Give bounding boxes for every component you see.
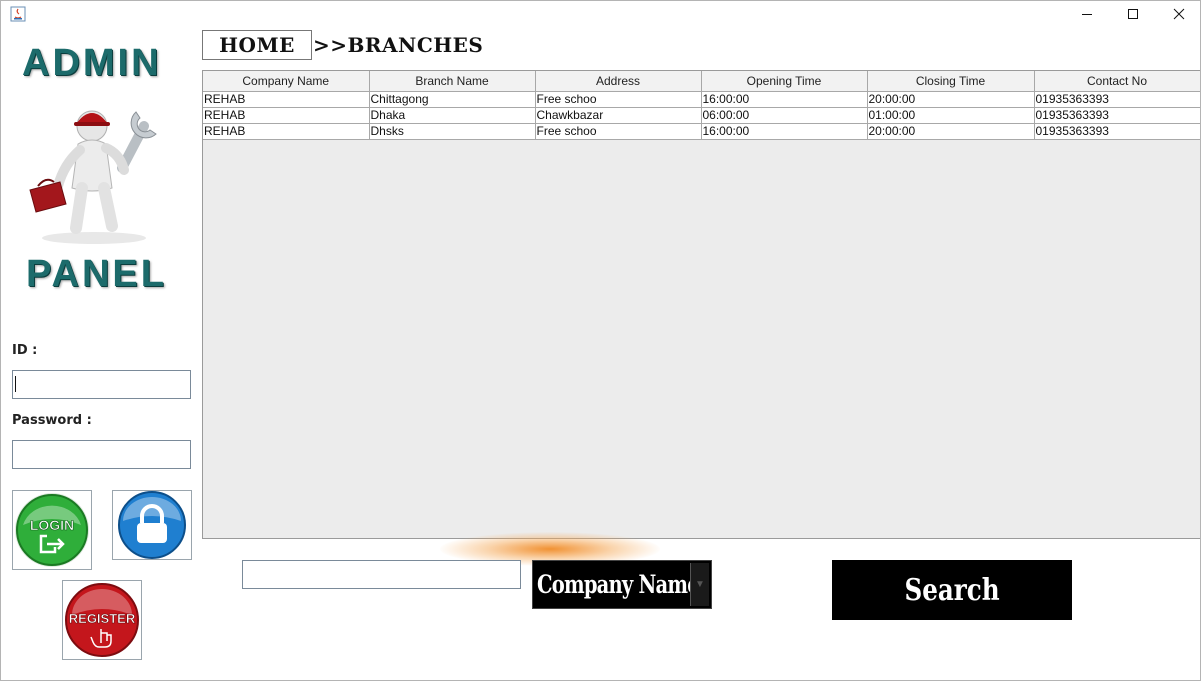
chevron-down-icon[interactable]: ▼ [690,563,709,606]
column-header-branch-name[interactable]: Branch Name [369,71,536,92]
table-cell[interactable]: Dhaka [369,107,536,124]
search-button[interactable]: Search [832,560,1072,620]
branches-table-panel: Company Name Branch Name Address Opening… [202,70,1201,539]
table-cell[interactable]: REHAB [203,123,370,140]
register-button[interactable]: REGISTER [62,580,142,660]
breadcrumb-current: >>BRANCHES [313,33,484,57]
table-cell[interactable]: 20:00:00 [867,123,1035,140]
minimize-icon [1081,8,1093,20]
table-cell[interactable]: Free schoo [535,123,702,140]
home-button[interactable]: HOME [202,30,312,60]
table-cell[interactable]: 16:00:00 [701,91,868,108]
table-cell[interactable]: Dhsks [369,123,536,140]
search-filter-dropdown[interactable]: Company Name ▼ [532,560,712,609]
table-cell[interactable]: REHAB [203,107,370,124]
lock-button[interactable] [112,490,192,560]
java-app-icon[interactable] [10,6,26,22]
column-header-opening-time[interactable]: Opening Time [701,71,868,92]
login-button-label: LOGIN [30,517,74,533]
table-cell[interactable]: 06:00:00 [701,107,868,124]
table-row[interactable]: REHAB Chittagong Free schoo 16:00:00 20:… [203,91,1201,108]
column-header-closing-time[interactable]: Closing Time [867,71,1035,92]
close-button[interactable] [1156,0,1202,28]
maximize-icon [1127,8,1139,20]
column-header-company-name[interactable]: Company Name [203,71,370,92]
table-cell[interactable]: 01935363393 [1034,123,1201,140]
maximize-button[interactable] [1110,0,1156,28]
home-label: HOME [219,33,295,57]
login-button[interactable]: LOGIN [12,490,92,570]
table-header-row: Company Name Branch Name Address Opening… [203,71,1201,92]
column-header-contact-no[interactable]: Contact No [1034,71,1201,92]
password-input[interactable] [12,440,191,469]
admin-mascot-image [24,98,164,246]
search-filter-selected: Company Name [537,570,700,599]
search-input[interactable] [242,560,521,589]
id-label: ID : [12,343,38,358]
table-cell[interactable]: 16:00:00 [701,123,868,140]
close-icon [1173,8,1185,20]
logo-admin-text: ADMIN [22,42,162,84]
text-caret [15,376,16,392]
branches-table: Company Name Branch Name Address Opening… [203,71,1201,140]
table-cell[interactable]: REHAB [203,91,370,108]
search-button-label: Search [904,572,1000,608]
table-cell[interactable]: 01935363393 [1034,91,1201,108]
logo-panel-text: PANEL [26,253,167,295]
table-cell[interactable]: Chawkbazar [535,107,702,124]
table-cell[interactable]: Free schoo [535,91,702,108]
password-label: Password : [12,413,92,428]
table-cell[interactable]: Chittagong [369,91,536,108]
table-row[interactable]: REHAB Dhsks Free schoo 16:00:00 20:00:00… [203,123,1201,140]
table-row[interactable]: REHAB Dhaka Chawkbazar 06:00:00 01:00:00… [203,107,1201,124]
table-cell[interactable]: 01935363393 [1034,107,1201,124]
id-input[interactable] [12,370,191,399]
minimize-button[interactable] [1064,0,1110,28]
table-cell[interactable]: 20:00:00 [867,91,1035,108]
table-cell[interactable]: 01:00:00 [867,107,1035,124]
column-header-address[interactable]: Address [535,71,702,92]
register-button-label: REGISTER [69,611,136,626]
